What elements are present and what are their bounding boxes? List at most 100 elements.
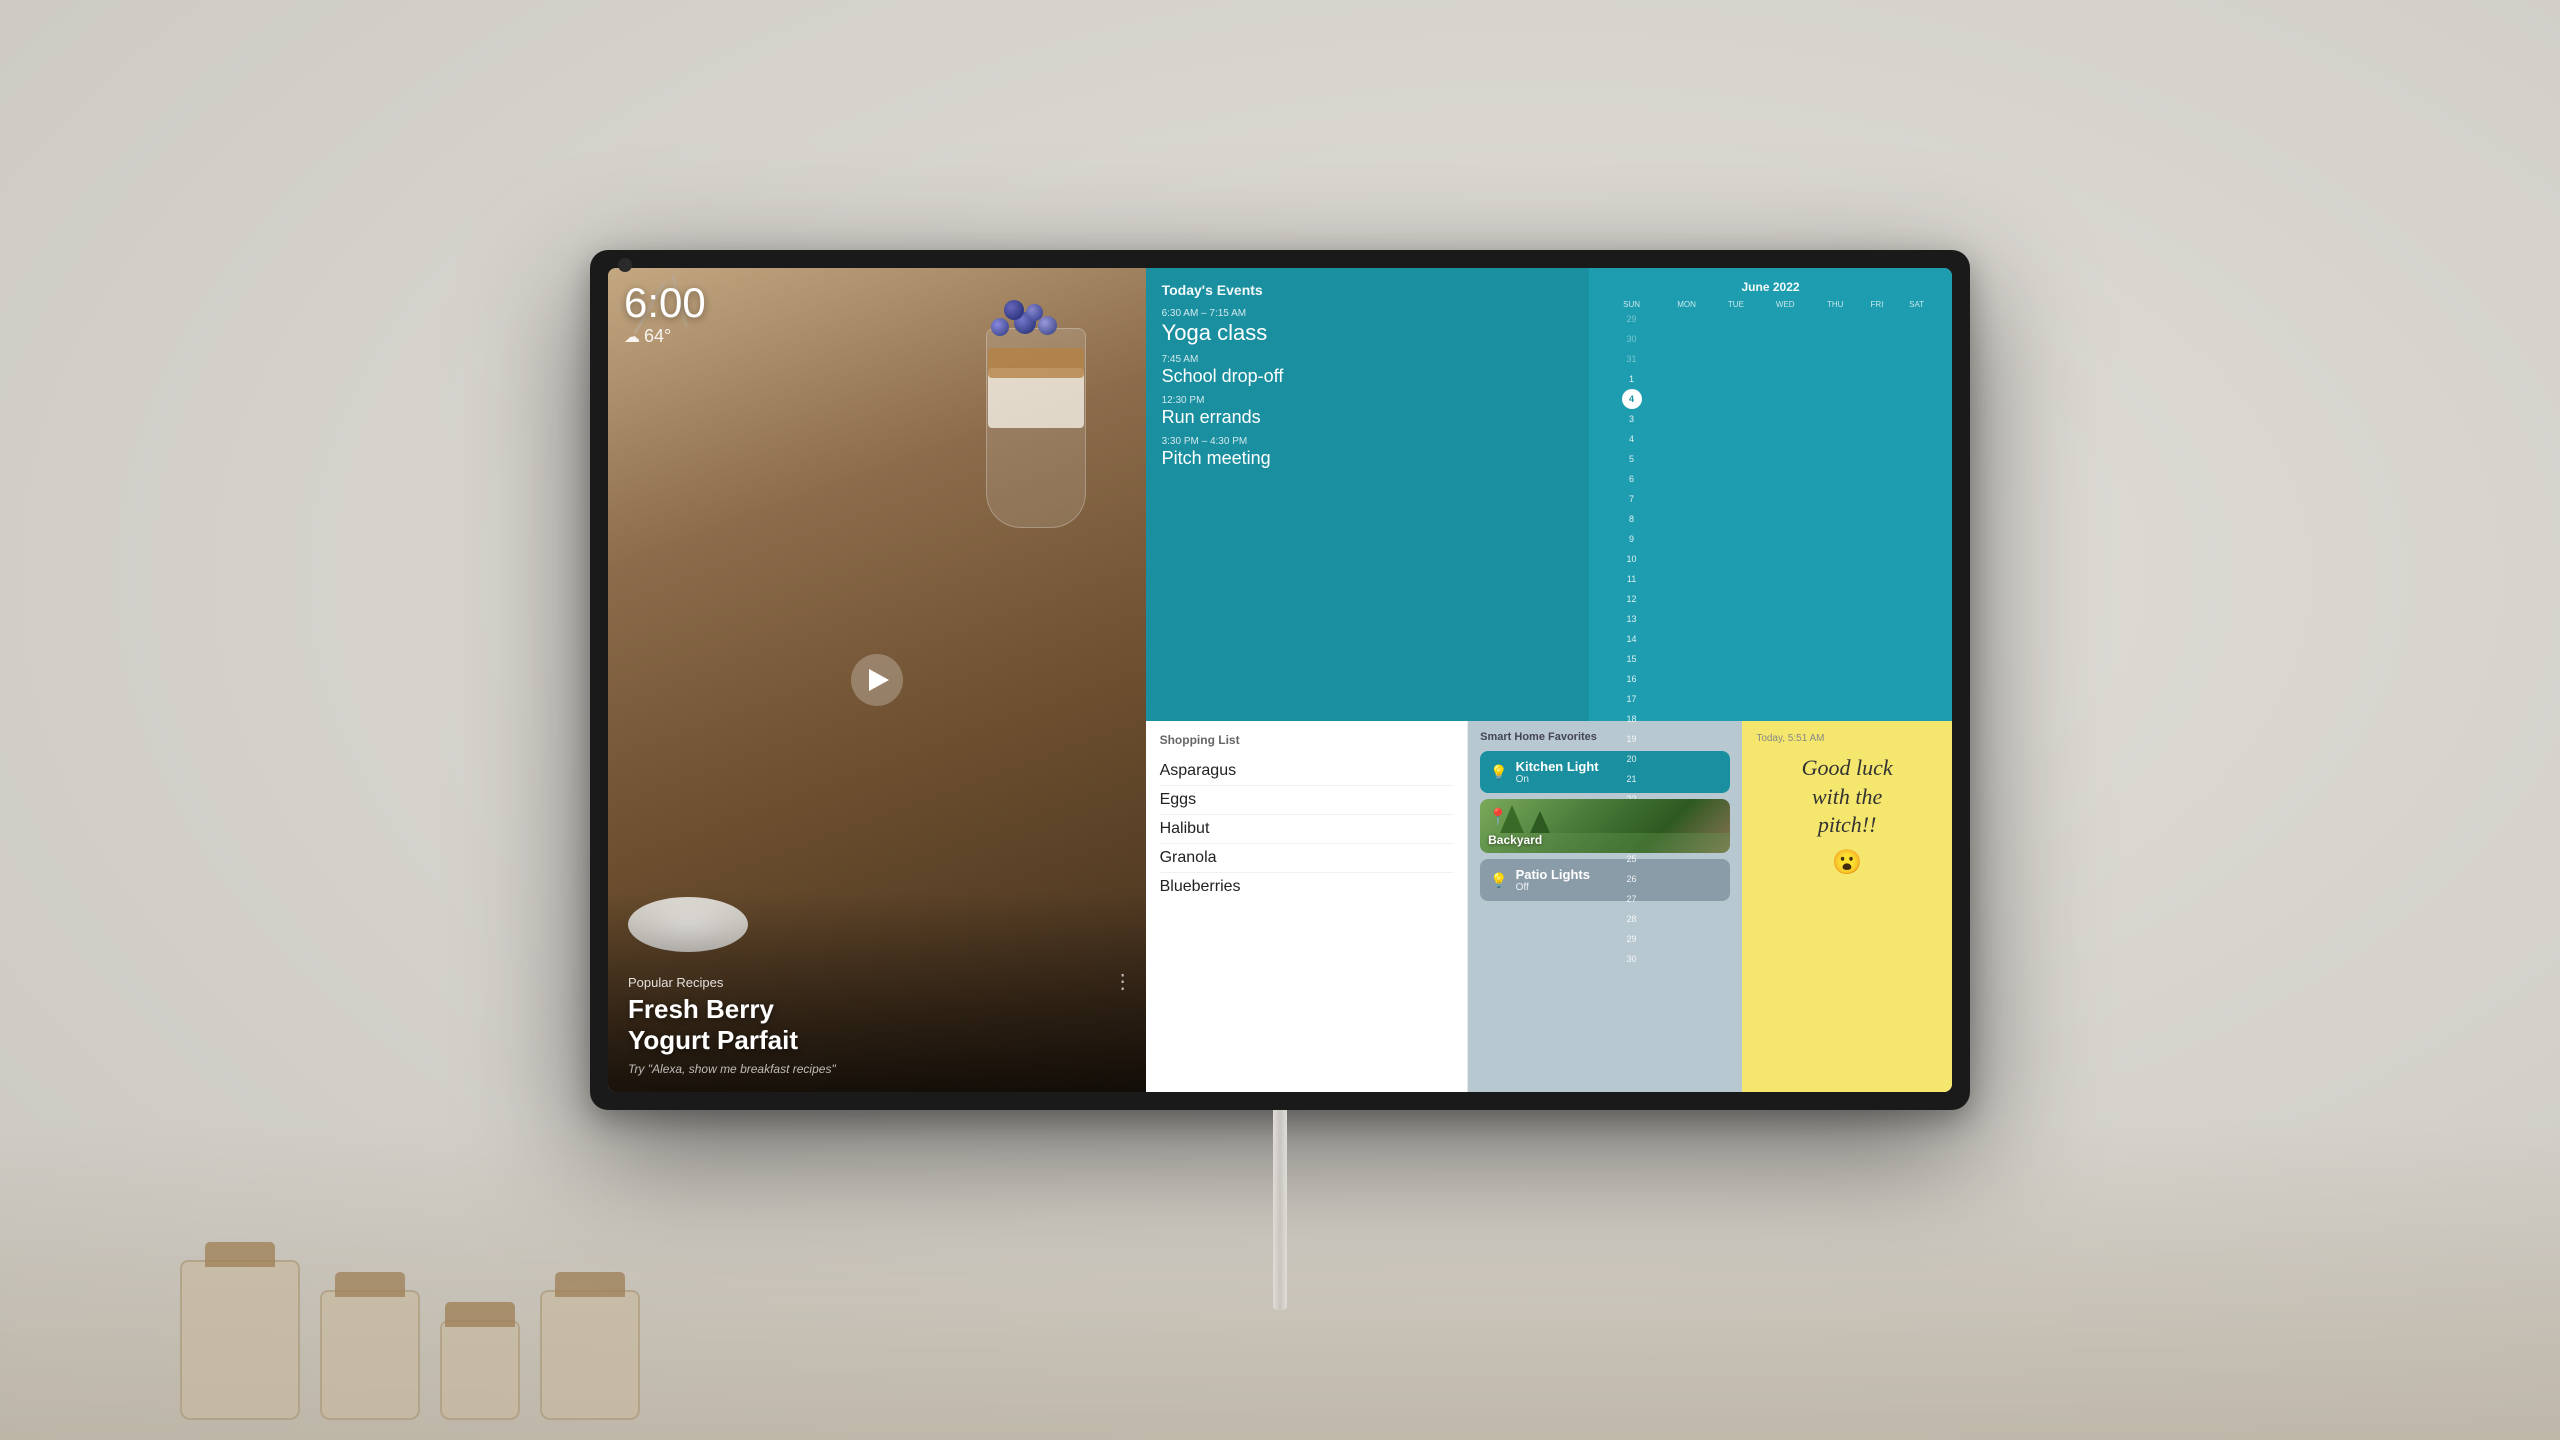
cal-day-28[interactable]: 28 bbox=[1622, 909, 1642, 929]
tv-frame: 6:00 ☁ 64° Popular Recipes Fresh BerryYo… bbox=[590, 250, 1970, 1110]
cal-day-26[interactable]: 26 bbox=[1622, 869, 1642, 889]
patio-lights-card[interactable]: 💡 Patio Lights Off bbox=[1480, 859, 1730, 901]
cal-day-16[interactable]: 16 bbox=[1622, 669, 1642, 689]
event-item-1[interactable]: 7:45 AM School drop-off bbox=[1162, 354, 1574, 387]
recipe-panel: 6:00 ☁ 64° Popular Recipes Fresh BerryYo… bbox=[608, 268, 1146, 1092]
cal-day-10[interactable]: 10 bbox=[1622, 549, 1642, 569]
event-item-2[interactable]: 12:30 PM Run errands bbox=[1162, 395, 1574, 428]
recipe-title: Fresh BerryYogurt Parfait bbox=[628, 994, 1126, 1056]
note-text: Good luckwith thepitch!! bbox=[1756, 754, 1938, 840]
cal-day-20[interactable]: 20 bbox=[1622, 749, 1642, 769]
cal-day-3[interactable]: 3 bbox=[1622, 409, 1642, 429]
blueberry-1 bbox=[991, 318, 1009, 336]
event-time-3: 3:30 PM – 4:30 PM bbox=[1162, 436, 1574, 447]
cal-header-sun: SUN bbox=[1603, 300, 1660, 309]
event-item-3[interactable]: 3:30 PM – 4:30 PM Pitch meeting bbox=[1162, 436, 1574, 469]
cal-day-18[interactable]: 18 bbox=[1622, 709, 1642, 729]
popular-label: Popular Recipes bbox=[628, 975, 1126, 990]
cal-header-mon: MON bbox=[1660, 300, 1713, 309]
more-menu-button[interactable]: ⋮ bbox=[1113, 972, 1134, 992]
backyard-label: Backyard bbox=[1488, 833, 1542, 847]
play-icon bbox=[869, 669, 889, 691]
backyard-card[interactable]: 📍 Backyard bbox=[1480, 799, 1730, 853]
cal-day-8[interactable]: 8 bbox=[1622, 509, 1642, 529]
top-section: Today's Events 6:30 AM – 7:15 AM Yoga cl… bbox=[1146, 268, 1952, 721]
cal-day-12[interactable]: 12 bbox=[1622, 589, 1642, 609]
event-name-3: Pitch meeting bbox=[1162, 448, 1574, 469]
granola-layer bbox=[988, 348, 1084, 378]
bulb-icon-kitchen: 💡 bbox=[1490, 764, 1507, 781]
tv-cable bbox=[1273, 1110, 1287, 1310]
cal-day-7[interactable]: 7 bbox=[1622, 489, 1642, 509]
cal-day-14[interactable]: 14 bbox=[1622, 629, 1642, 649]
screen: 6:00 ☁ 64° Popular Recipes Fresh BerryYo… bbox=[608, 268, 1952, 1092]
weather-icon: ☁ bbox=[624, 327, 640, 347]
shopping-item-1[interactable]: Eggs bbox=[1160, 786, 1454, 815]
cal-day-13[interactable]: 13 bbox=[1622, 609, 1642, 629]
cal-header-sat: SAT bbox=[1895, 300, 1938, 309]
cal-day-15[interactable]: 15 bbox=[1622, 649, 1642, 669]
cal-day-30-prev[interactable]: 30 bbox=[1622, 329, 1642, 349]
note-panel: Today, 5:51 AM Good luckwith thepitch!! … bbox=[1742, 721, 1952, 1092]
temperature: 64° bbox=[644, 326, 671, 347]
cal-day-31-prev[interactable]: 31 bbox=[1622, 349, 1642, 369]
event-name-0: Yoga class bbox=[1162, 320, 1574, 346]
cal-day-29-prev[interactable]: 29 bbox=[1622, 309, 1642, 329]
backyard-image: 📍 Backyard bbox=[1480, 799, 1730, 853]
bottom-section: Shopping List Asparagus Eggs Halibut Gra… bbox=[1146, 721, 1952, 1092]
play-button[interactable] bbox=[851, 654, 903, 706]
recipe-hint: Try "Alexa, show me breakfast recipes" bbox=[628, 1062, 1126, 1076]
cal-day-today[interactable]: 4 bbox=[1622, 389, 1642, 409]
event-name-2: Run errands bbox=[1162, 407, 1574, 428]
time-weather: 6:00 ☁ 64° bbox=[624, 282, 706, 347]
shopping-item-0[interactable]: Asparagus bbox=[1160, 757, 1454, 786]
shopping-title: Shopping List bbox=[1160, 733, 1454, 747]
tv-bezel: 6:00 ☁ 64° Popular Recipes Fresh BerryYo… bbox=[608, 268, 1952, 1092]
cal-day-17[interactable]: 17 bbox=[1622, 689, 1642, 709]
cal-day-9[interactable]: 9 bbox=[1622, 529, 1642, 549]
cal-day-4[interactable]: 4 bbox=[1622, 429, 1642, 449]
kitchen-light-name: Kitchen Light bbox=[1516, 759, 1599, 774]
camera-dot bbox=[618, 258, 632, 272]
kitchen-light-status: On bbox=[1516, 774, 1599, 785]
shopping-item-3[interactable]: Granola bbox=[1160, 844, 1454, 873]
event-time-0: 6:30 AM – 7:15 AM bbox=[1162, 308, 1574, 319]
location-pin-icon: 📍 bbox=[1488, 807, 1508, 827]
cal-day-19[interactable]: 19 bbox=[1622, 729, 1642, 749]
jar-medium2 bbox=[540, 1290, 640, 1420]
cal-day-11[interactable]: 11 bbox=[1622, 569, 1642, 589]
jar-large bbox=[180, 1260, 300, 1420]
cal-day-1[interactable]: 1 bbox=[1622, 369, 1642, 389]
jar-medium1 bbox=[320, 1290, 420, 1420]
recipe-overlay: Popular Recipes Fresh BerryYogurt Parfai… bbox=[608, 892, 1146, 1092]
cal-header-wed: WED bbox=[1759, 300, 1812, 309]
cal-day-29[interactable]: 29 bbox=[1622, 929, 1642, 949]
patio-lights-status: Off bbox=[1516, 882, 1590, 893]
calendar-title: June 2022 bbox=[1603, 280, 1938, 294]
cal-week-0: 29 30 31 1 4 3 4 bbox=[1603, 309, 1938, 449]
cal-day-27[interactable]: 27 bbox=[1622, 889, 1642, 909]
jar-small bbox=[440, 1320, 520, 1420]
cal-week-1: 5 6 7 8 9 10 11 bbox=[1603, 449, 1938, 589]
kitchen-light-info: Kitchen Light On bbox=[1516, 759, 1599, 785]
tree-2 bbox=[1530, 811, 1550, 833]
cal-day-6[interactable]: 6 bbox=[1622, 469, 1642, 489]
event-time-1: 7:45 AM bbox=[1162, 354, 1574, 365]
cal-day-empty-1 bbox=[1622, 969, 1642, 989]
shopping-panel: Shopping List Asparagus Eggs Halibut Gra… bbox=[1146, 721, 1469, 1092]
shopping-item-2[interactable]: Halibut bbox=[1160, 815, 1454, 844]
smarthome-title: Smart Home Favorites bbox=[1480, 731, 1730, 743]
parfait-visual bbox=[966, 288, 1106, 538]
smarthome-panel: Smart Home Favorites 💡 Kitchen Light On bbox=[1468, 721, 1742, 1092]
note-emoji: 😮 bbox=[1756, 848, 1938, 877]
blueberry-4 bbox=[1004, 300, 1024, 320]
cal-day-5[interactable]: 5 bbox=[1622, 449, 1642, 469]
kitchen-light-card[interactable]: 💡 Kitchen Light On bbox=[1480, 751, 1730, 793]
note-timestamp: Today, 5:51 AM bbox=[1756, 733, 1938, 744]
event-item-0[interactable]: 6:30 AM – 7:15 AM Yoga class bbox=[1162, 308, 1574, 346]
cal-day-30[interactable]: 30 bbox=[1622, 949, 1642, 969]
shopping-item-4[interactable]: Blueberries bbox=[1160, 873, 1454, 901]
cal-day-21[interactable]: 21 bbox=[1622, 769, 1642, 789]
weather-display: ☁ 64° bbox=[624, 326, 706, 347]
cal-week-2: 12 13 14 15 16 17 18 bbox=[1603, 589, 1938, 729]
